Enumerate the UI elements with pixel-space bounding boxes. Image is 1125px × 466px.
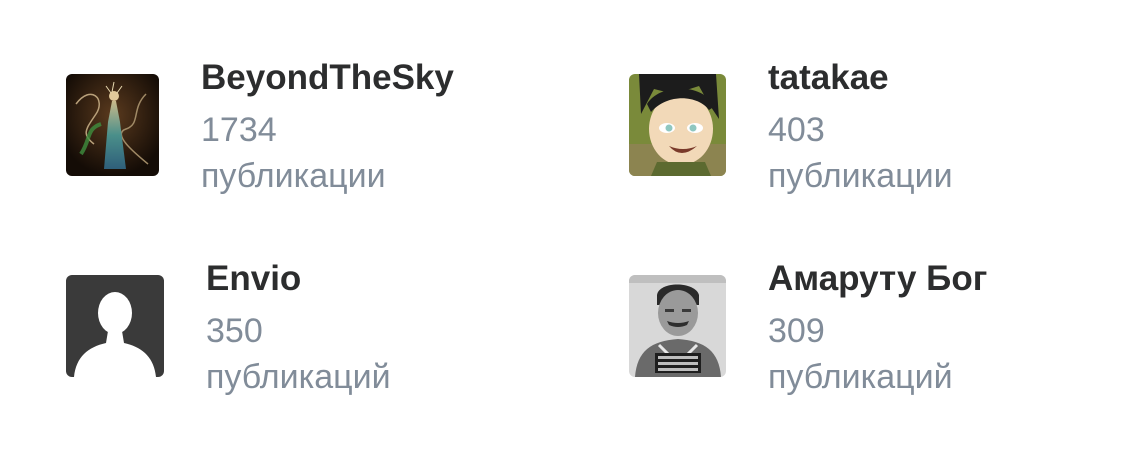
fantasy-figure-avatar-icon[interactable] xyxy=(66,74,159,176)
mugshot-photo-avatar-icon[interactable] xyxy=(629,275,726,377)
publication-unit-label: публикаций xyxy=(768,358,953,396)
publication-count: 403 xyxy=(768,111,825,149)
anime-girl-avatar-icon[interactable] xyxy=(629,74,726,176)
publication-count: 309 xyxy=(768,312,825,350)
publication-count: 350 xyxy=(206,312,263,350)
user-name[interactable]: Envio xyxy=(206,259,391,299)
user-name[interactable]: BeyondTheSky xyxy=(201,58,454,98)
default-silhouette-avatar-icon[interactable] xyxy=(66,275,164,377)
user-name[interactable]: Амаруту Бог xyxy=(768,259,987,299)
publication-unit-label: публикаций xyxy=(206,358,391,396)
publication-unit-label: публикации xyxy=(201,157,386,195)
publication-unit-label: публикации xyxy=(768,157,953,195)
user-name[interactable]: tatakae xyxy=(768,58,953,98)
publication-count: 1734 xyxy=(201,111,277,149)
